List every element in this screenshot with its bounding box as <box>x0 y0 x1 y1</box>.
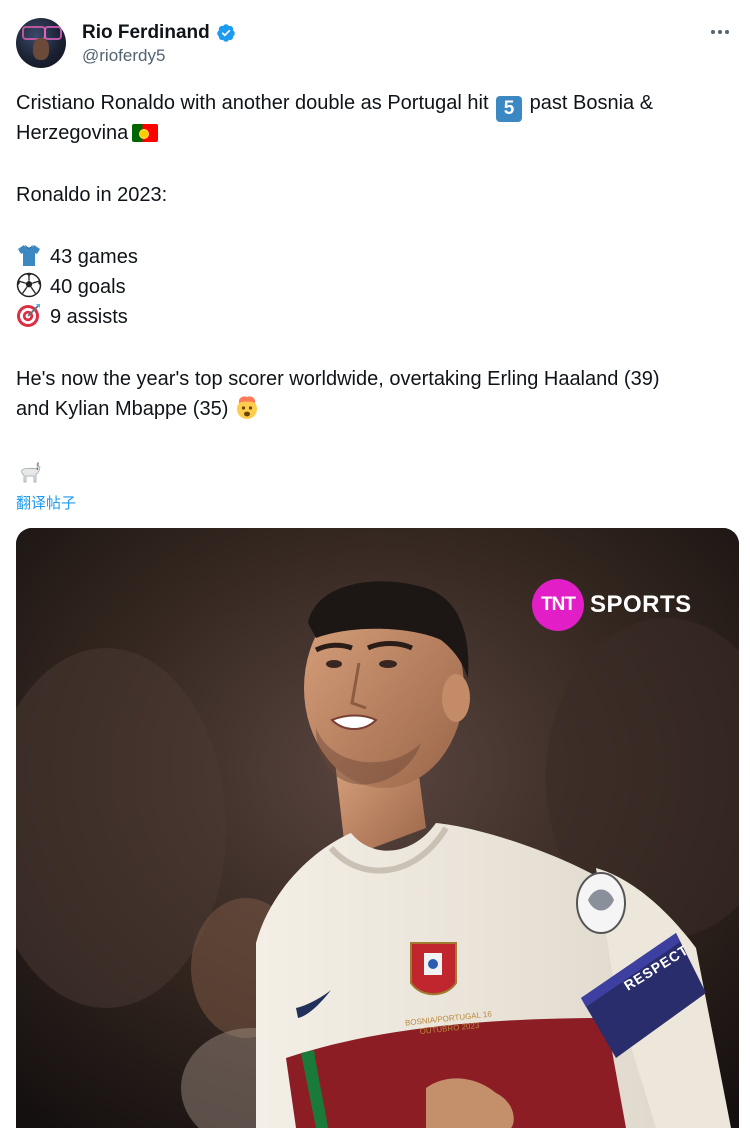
stat-games: 43 games <box>16 242 736 272</box>
stat-games-label: 43 games <box>50 246 138 268</box>
stat-goals-label: 40 goals <box>50 276 126 298</box>
tweet-header: Rio Ferdinand @rioferdy5 <box>16 18 734 72</box>
more-options-icon[interactable] <box>706 20 734 44</box>
tweet-text: Cristiano Ronaldo with another double as… <box>16 88 736 424</box>
tweet: Rio Ferdinand @rioferdy5 Cristiano Ronal… <box>0 0 750 1128</box>
text-line-1-pre: Cristiano Ronaldo with another double as… <box>16 92 489 114</box>
stat-assists: 9 assists <box>16 302 736 332</box>
text-line-1-post: past Bosnia & <box>529 92 654 114</box>
tnt-logo-mark: TNT <box>532 579 584 631</box>
avatar-person <box>33 38 49 60</box>
tnt-sports-logo: TNT SPORTS <box>532 578 692 632</box>
handle[interactable]: @rioferdy5 <box>82 46 165 66</box>
text-scorer-line-2-content: and Kylian Mbappe (35) <box>16 398 229 420</box>
keycap-five-emoji: 5 <box>496 96 523 122</box>
avatar-neon-sign-2 <box>44 26 62 40</box>
stat-assists-label: 9 assists <box>50 306 128 328</box>
goat-emoji <box>21 462 41 483</box>
verified-badge-icon <box>216 24 235 42</box>
text-line-2-content: Herzegovina <box>16 122 129 144</box>
display-name[interactable]: Rio Ferdinand <box>82 22 210 44</box>
stat-goals: 40 goals <box>16 272 736 302</box>
avatar[interactable] <box>16 18 66 68</box>
name-row: Rio Ferdinand <box>82 20 236 46</box>
soccer-ball-emoji <box>16 272 42 298</box>
tweet-media-image[interactable]: TNT SPORTS RESPECT BOSNIA/PORTUGAL 16 OU… <box>16 528 739 1128</box>
text-line-2: Herzegovina <box>16 118 736 148</box>
text-scorer-line-1: He's now the year's top scorer worldwide… <box>16 368 660 390</box>
translate-post-link[interactable]: 翻译帖子 <box>16 492 76 513</box>
t-shirt-emoji <box>18 245 40 266</box>
exploding-head-emoji <box>237 396 258 419</box>
tnt-logo-word: SPORTS <box>590 591 692 618</box>
stats-heading: Ronaldo in 2023: <box>16 184 168 206</box>
text-scorer-line-2: and Kylian Mbappe (35) <box>16 394 736 424</box>
direct-hit-emoji <box>17 304 40 327</box>
portugal-flag-icon <box>132 124 159 142</box>
text-line-1: Cristiano Ronaldo with another double as… <box>16 88 736 122</box>
